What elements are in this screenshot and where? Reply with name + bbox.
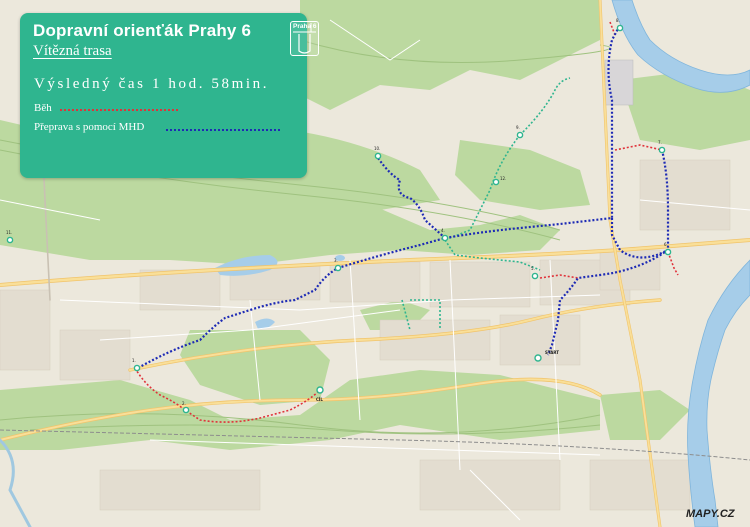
svg-text:11.: 11. <box>6 230 12 235</box>
praha6-logo-badge: Praha 6 <box>290 21 319 56</box>
praha6-emblem-icon <box>293 23 316 54</box>
panel-subtitle: Vítězná trasa <box>33 43 112 59</box>
svg-text:6.: 6. <box>664 242 668 247</box>
svg-text:1.: 1. <box>132 358 136 363</box>
port-area <box>604 59 634 106</box>
legend-run-line <box>60 109 178 111</box>
legend-mhd-line <box>166 129 280 131</box>
legend-mhd-label: Přeprava s pomocí MHD <box>34 121 145 133</box>
result-time: Výsledný čas 1 hod. 58min. <box>34 76 270 92</box>
svg-text:4.: 4. <box>441 228 445 233</box>
svg-text:2.: 2. <box>182 401 186 406</box>
panel-title: Dopravní orienťák Prahy 6 <box>33 21 252 40</box>
legend-run-label: Běh <box>34 102 52 114</box>
mapy-cz-logo: MAPY.CZ <box>686 508 735 520</box>
svg-text:START: START <box>545 350 559 355</box>
svg-text:7.: 7. <box>658 140 662 145</box>
info-panel: Dopravní orienťák Prahy 6 Vítězná trasa … <box>20 13 319 178</box>
svg-text:9.: 9. <box>516 125 520 130</box>
svg-text:12.: 12. <box>500 176 506 181</box>
map-view[interactable]: START CÍL 1. 2. 3. 4. 5. 6. 7. 8. 9. 10.… <box>0 0 750 527</box>
svg-text:CÍL: CÍL <box>316 397 323 402</box>
svg-text:5.: 5. <box>531 266 535 271</box>
svg-text:10.: 10. <box>374 146 380 151</box>
mapy-logo-text: MAPY.CZ <box>686 508 735 520</box>
svg-text:3.: 3. <box>334 258 338 263</box>
svg-text:8.: 8. <box>616 18 620 23</box>
